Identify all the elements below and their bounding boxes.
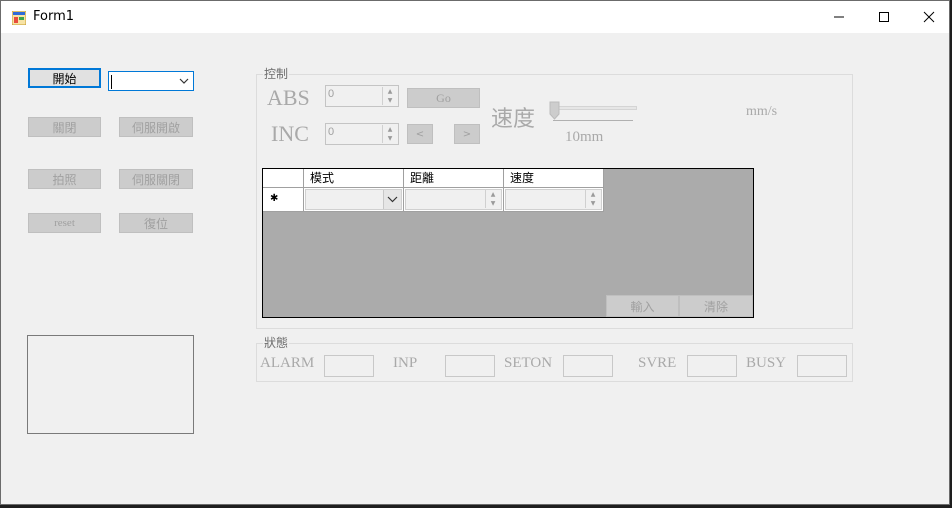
minimize-button[interactable] xyxy=(816,1,862,33)
spin-up-icon[interactable]: ▲ xyxy=(383,125,397,134)
inc-numeric-input[interactable]: 0 ▲ ▼ xyxy=(325,123,399,145)
status-group-label: 狀態 xyxy=(263,334,290,351)
distance-numeric-input[interactable]: ▲ ▼ xyxy=(405,189,502,210)
grid-cell-mode[interactable] xyxy=(304,188,404,212)
close-button[interactable] xyxy=(906,1,952,33)
photo-button[interactable]: 拍照 xyxy=(28,169,101,189)
spin-down-icon[interactable]: ▼ xyxy=(486,199,500,208)
title-bar: Form1 xyxy=(1,1,949,33)
inc-label: INC xyxy=(271,121,309,146)
inc-value: 0 xyxy=(328,126,335,138)
slider-thumb[interactable] xyxy=(549,101,561,121)
start-button[interactable]: 開始 xyxy=(28,68,101,88)
text-caret xyxy=(111,75,112,89)
picture-box xyxy=(27,335,194,434)
close-port-button[interactable]: 關閉 xyxy=(28,117,101,137)
abs-spinner[interactable]: ▲ ▼ xyxy=(382,87,397,105)
reset-button[interactable]: reset xyxy=(28,213,101,233)
grid-header-distance[interactable]: 距離 xyxy=(404,169,504,188)
slider-value-label: 10mm xyxy=(565,129,604,145)
jog-right-button[interactable]: > xyxy=(454,124,480,144)
speed-spinner[interactable]: ▲ ▼ xyxy=(585,190,600,208)
spin-down-icon[interactable]: ▼ xyxy=(586,199,600,208)
abs-label: ABS xyxy=(267,85,310,110)
abs-value: 0 xyxy=(328,88,335,100)
distance-spinner[interactable]: ▲ ▼ xyxy=(485,190,500,208)
mode-combobox[interactable] xyxy=(305,189,402,210)
grid-corner-header xyxy=(263,169,304,188)
slider-tick-line xyxy=(553,120,633,121)
chevron-down-icon[interactable] xyxy=(383,190,401,209)
spin-down-icon[interactable]: ▼ xyxy=(383,96,397,105)
go-button[interactable]: Go xyxy=(407,88,480,108)
chevron-down-icon[interactable] xyxy=(179,74,189,91)
import-button[interactable]: 輸入 xyxy=(606,295,679,317)
spin-down-icon[interactable]: ▼ xyxy=(383,134,397,143)
svre-indicator xyxy=(687,355,737,377)
abs-numeric-input[interactable]: 0 ▲ ▼ xyxy=(325,85,399,107)
inp-indicator xyxy=(445,355,495,377)
spin-up-icon[interactable]: ▲ xyxy=(586,190,600,199)
seton-indicator xyxy=(563,355,613,377)
slider-track xyxy=(553,106,637,110)
grid-row-header[interactable]: ✱ xyxy=(263,188,304,212)
busy-indicator xyxy=(797,355,847,377)
control-group-label: 控制 xyxy=(263,65,290,82)
window-title: Form1 xyxy=(33,9,75,24)
port-combobox[interactable] xyxy=(108,71,194,91)
spin-up-icon[interactable]: ▲ xyxy=(486,190,500,199)
servo-on-button[interactable]: 伺服開啟 xyxy=(119,117,193,137)
unit-label: mm/s xyxy=(746,104,778,119)
grid-cell-speed[interactable]: ▲ ▼ xyxy=(504,188,604,212)
busy-label: BUSY xyxy=(746,355,787,371)
svre-label: SVRE xyxy=(638,355,677,371)
grid-header-speed[interactable]: 速度 xyxy=(504,169,604,188)
alarm-label: ALARM xyxy=(260,355,315,371)
new-row-icon: ✱ xyxy=(270,193,279,204)
restore-button[interactable]: 復位 xyxy=(119,213,193,233)
speed-slider[interactable] xyxy=(549,101,639,125)
main-window: Form1 開始 關閉 伺服開啟 拍照 伺服關閉 reset 復位 控制 ABS… xyxy=(0,0,950,505)
speed-label: 速度 xyxy=(491,106,536,131)
clear-button[interactable]: 清除 xyxy=(679,295,753,317)
inp-label: INP xyxy=(393,355,418,371)
jog-left-button[interactable]: < xyxy=(407,124,433,144)
seton-label: SETON xyxy=(504,355,553,371)
spin-up-icon[interactable]: ▲ xyxy=(383,87,397,96)
speed-numeric-input[interactable]: ▲ ▼ xyxy=(505,189,602,210)
alarm-indicator xyxy=(324,355,374,377)
maximize-button[interactable] xyxy=(861,1,907,33)
inc-spinner[interactable]: ▲ ▼ xyxy=(382,125,397,143)
grid-cell-distance[interactable]: ▲ ▼ xyxy=(404,188,504,212)
grid-header-mode[interactable]: 模式 xyxy=(304,169,404,188)
app-icon xyxy=(11,10,27,26)
servo-off-button[interactable]: 伺服關閉 xyxy=(119,169,193,189)
